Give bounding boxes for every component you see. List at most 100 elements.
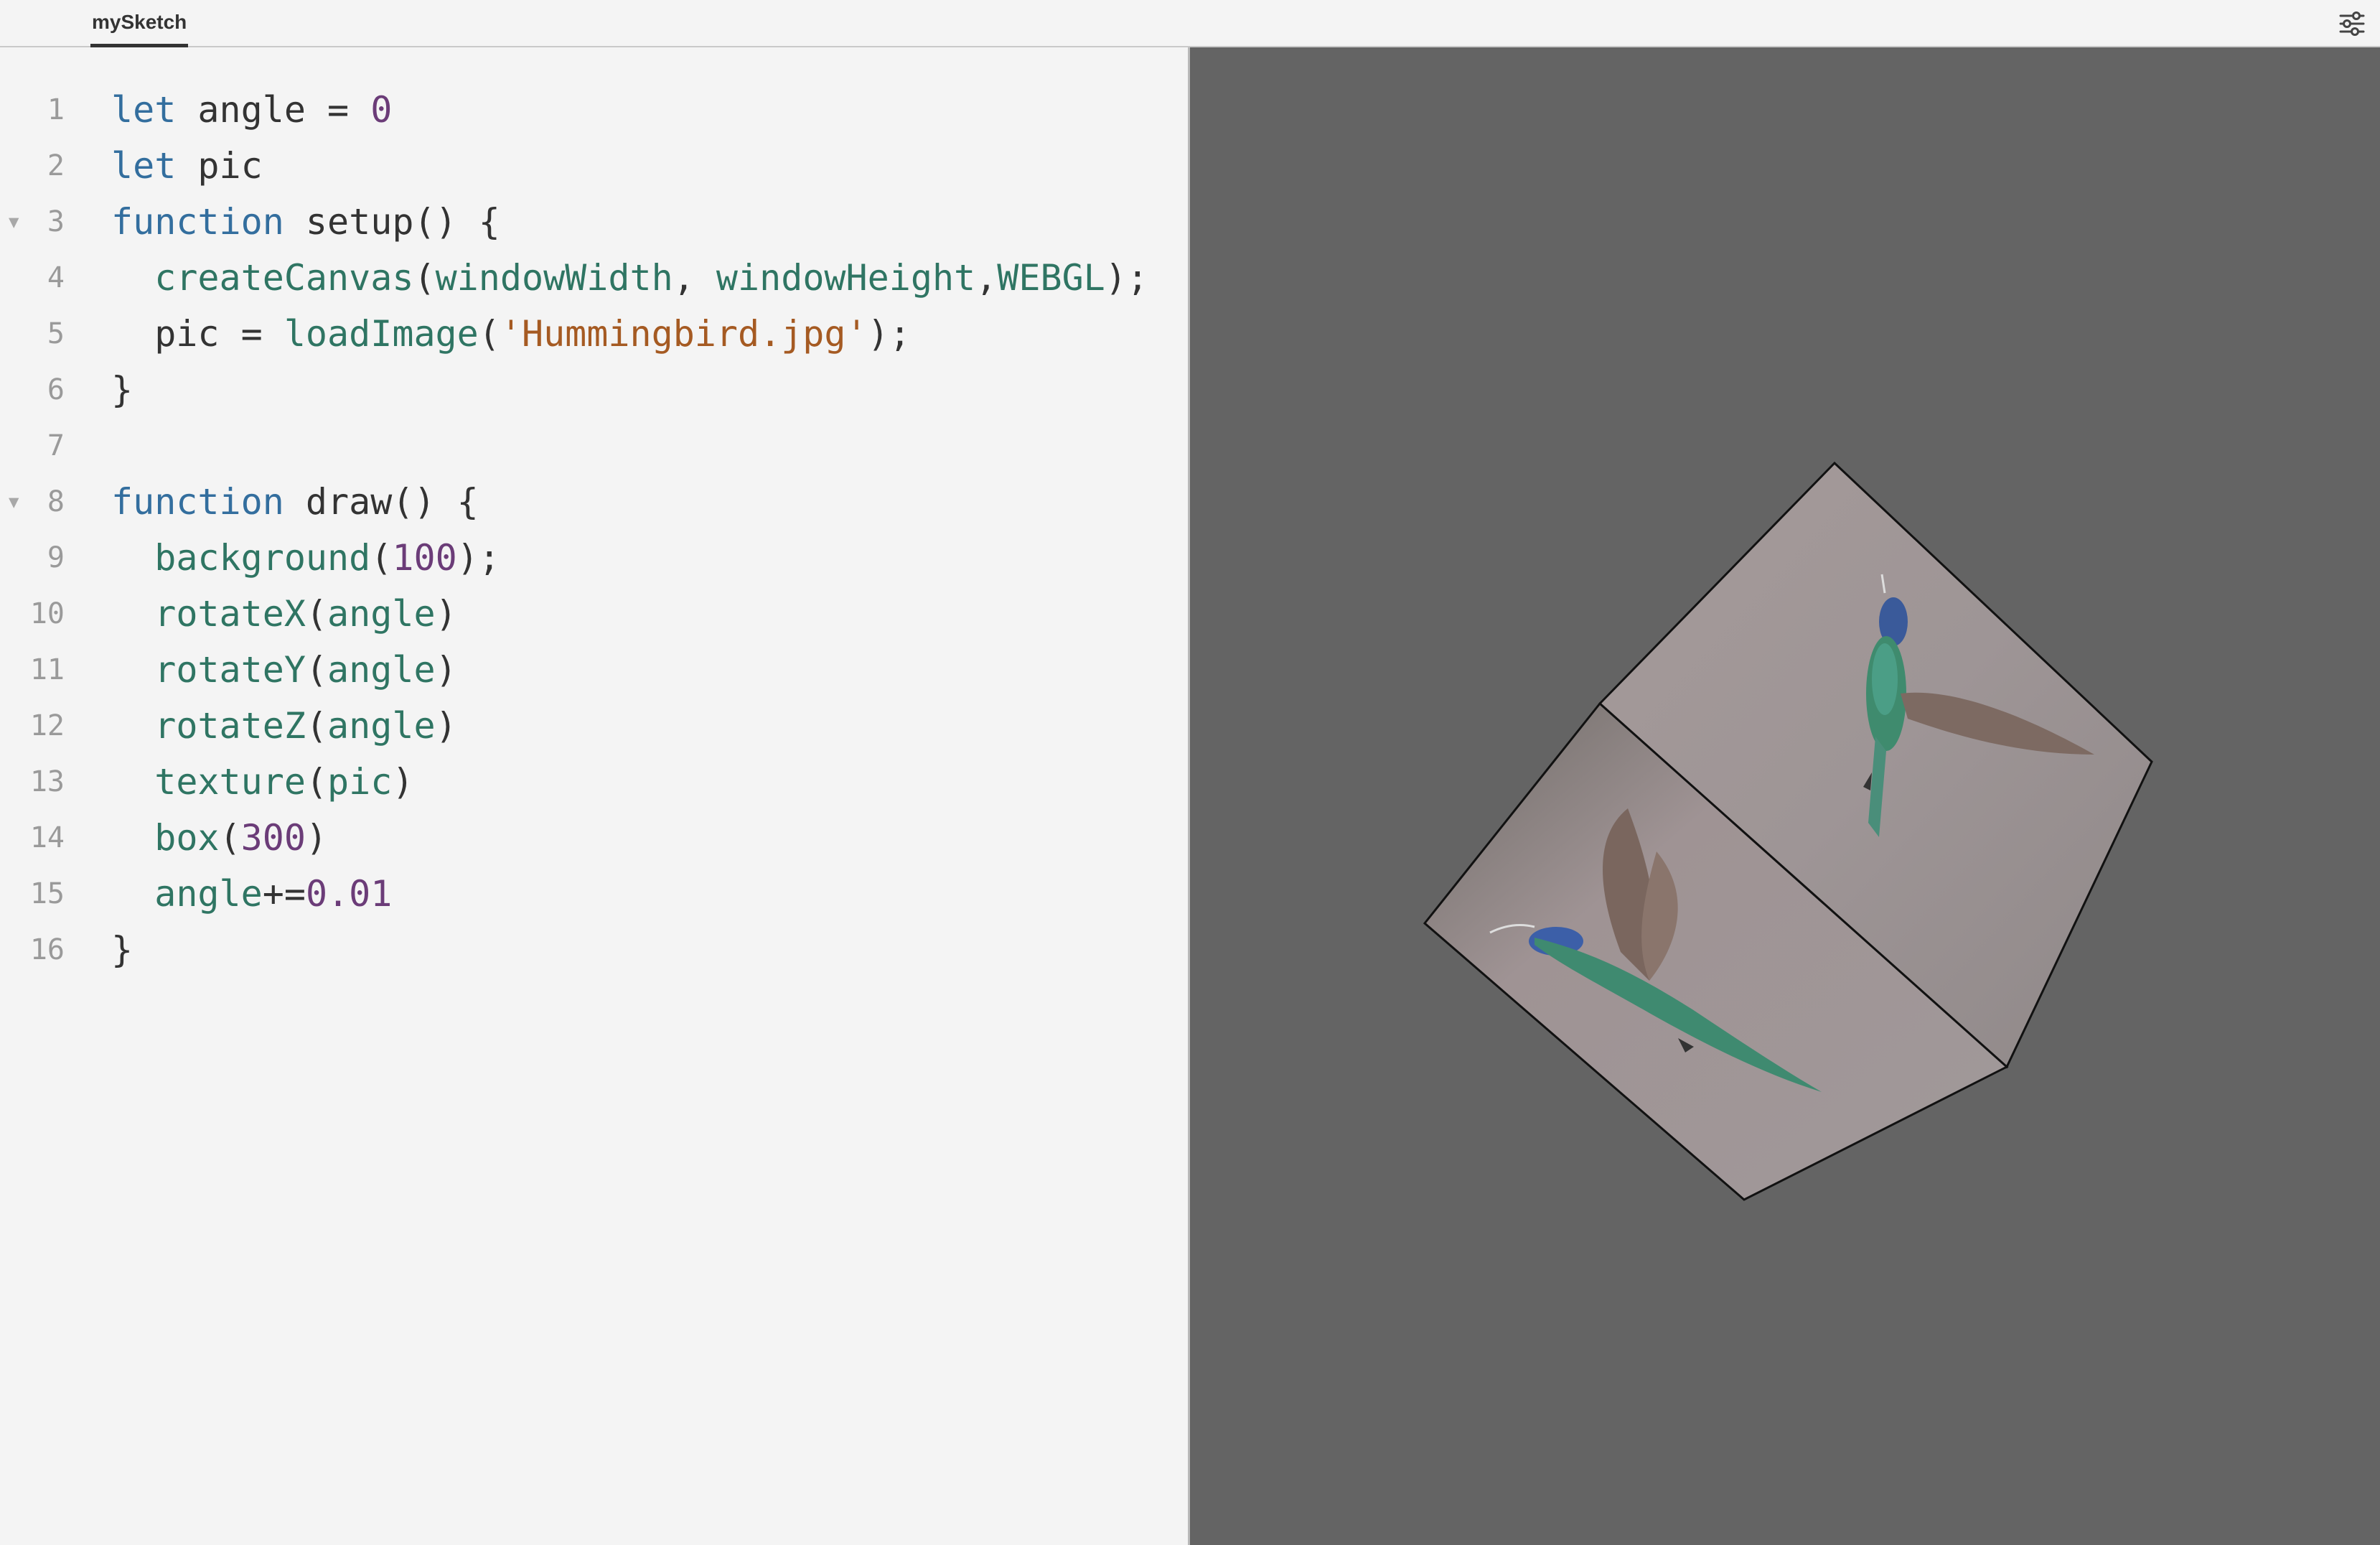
code-token: rotateY [154, 649, 306, 691]
code-token: pic = [111, 313, 284, 355]
line-number: 2 [47, 149, 65, 182]
code-line[interactable]: 15 angle+=0.01 [0, 866, 1188, 922]
code-line[interactable]: 16} [0, 922, 1188, 978]
code-token: function [111, 481, 284, 523]
code-token: ); [456, 537, 500, 579]
code-line[interactable]: 4 createCanvas(windowWidth, windowHeight… [0, 250, 1188, 306]
code-line[interactable]: 2 let pic [0, 138, 1188, 194]
code-token: ) [435, 593, 457, 635]
code-line[interactable]: ▼ 8 function draw() { [0, 474, 1188, 530]
line-number: 12 [29, 709, 65, 742]
code-token: ( [478, 313, 500, 355]
code-token: angle [327, 649, 436, 691]
sliders-icon [2339, 11, 2365, 36]
code-text: background(100); [111, 530, 500, 586]
code-line[interactable]: 12 rotateZ(angle) [0, 698, 1188, 754]
code-token: ) [435, 705, 457, 747]
code-token: angle = [176, 89, 371, 131]
code-token: ( [305, 649, 328, 691]
code-line[interactable]: ▼ 3 function setup() { [0, 194, 1188, 250]
line-number: 16 [29, 933, 65, 966]
code-token: , [673, 257, 716, 299]
code-text: createCanvas(windowWidth, windowHeight,W… [111, 250, 1148, 306]
code-text: rotateX(angle) [111, 586, 457, 642]
code-token: 'Hummingbird.jpg' [500, 313, 868, 355]
line-number: 13 [29, 765, 65, 798]
code-text: let angle = 0 [111, 82, 392, 138]
line-number: 7 [47, 429, 65, 462]
code-token: ( [413, 257, 436, 299]
code-token: windowWidth [435, 257, 673, 299]
code-token: ( [305, 761, 328, 803]
code-token: angle [327, 593, 436, 635]
code-token: function [111, 201, 284, 243]
code-text: function setup() { [111, 194, 500, 250]
tab-mysketch[interactable]: mySketch [90, 0, 189, 47]
code-token: WEBGL [997, 257, 1105, 299]
code-token: loadImage [284, 313, 479, 355]
code-token: angle [327, 705, 436, 747]
line-number: 1 [47, 93, 65, 126]
code-line[interactable]: 6} [0, 362, 1188, 418]
code-token: ); [867, 313, 911, 355]
line-number: 8 [47, 485, 65, 518]
code-token: let [111, 145, 177, 187]
code-token: let [111, 89, 177, 131]
code-token: box [154, 817, 220, 859]
code-line[interactable]: 10 rotateX(angle) [0, 586, 1188, 642]
code-line[interactable]: 11 rotateY(angle) [0, 642, 1188, 698]
code-token: ( [219, 817, 241, 859]
code-token: += [262, 873, 306, 915]
code-text: texture(pic) [111, 754, 413, 810]
line-number: 10 [29, 597, 65, 630]
code-token: pic [176, 145, 263, 187]
code-token: texture [154, 761, 306, 803]
code-token: angle [154, 873, 263, 915]
code-token: setup() { [284, 201, 500, 243]
code-text: } [111, 922, 133, 978]
code-token: ) [435, 649, 457, 691]
code-line[interactable]: 1 let angle = 0 [0, 82, 1188, 138]
code-token: createCanvas [154, 257, 414, 299]
code-token: 0 [370, 89, 393, 131]
code-token: 100 [392, 537, 457, 579]
code-token: , [975, 257, 998, 299]
code-text: box(300) [111, 810, 327, 866]
code-token: } [111, 369, 133, 411]
code-line[interactable]: 5 pic = loadImage('Hummingbird.jpg'); [0, 306, 1188, 362]
line-number: 9 [47, 541, 65, 574]
top-bar: mySketch [0, 0, 2380, 47]
code-token: 0.01 [305, 873, 393, 915]
sketch-canvas[interactable] [1190, 47, 2380, 1545]
code-token: rotateX [154, 593, 306, 635]
code-text: function draw() { [111, 474, 479, 530]
code-line[interactable]: 7 [0, 418, 1188, 474]
code-token: ( [370, 537, 393, 579]
settings-button[interactable] [2337, 9, 2367, 39]
code-token: ); [1105, 257, 1148, 299]
code-token: rotateZ [154, 705, 306, 747]
line-number: 14 [29, 821, 65, 854]
code-line[interactable]: 13 texture(pic) [0, 754, 1188, 810]
code-token: 300 [240, 817, 306, 859]
code-token: ( [305, 705, 328, 747]
code-line[interactable]: 14 box(300) [0, 810, 1188, 866]
code-line[interactable]: 9 background(100); [0, 530, 1188, 586]
rotating-box [1423, 461, 2153, 1201]
sketch-app: mySketch 1 let angle = 0 2 let pic ▼ 3 functio… [0, 0, 2380, 1545]
line-number: 4 [47, 261, 65, 294]
code-token: draw() { [284, 481, 479, 523]
line-number: 11 [29, 653, 65, 686]
code-text: } [111, 362, 133, 418]
code-editor[interactable]: 1 let angle = 0 2 let pic ▼ 3 function setup()… [0, 47, 1190, 1545]
code-text: rotateY(angle) [111, 642, 457, 698]
code-text: rotateZ(angle) [111, 698, 457, 754]
line-number: 15 [29, 877, 65, 910]
